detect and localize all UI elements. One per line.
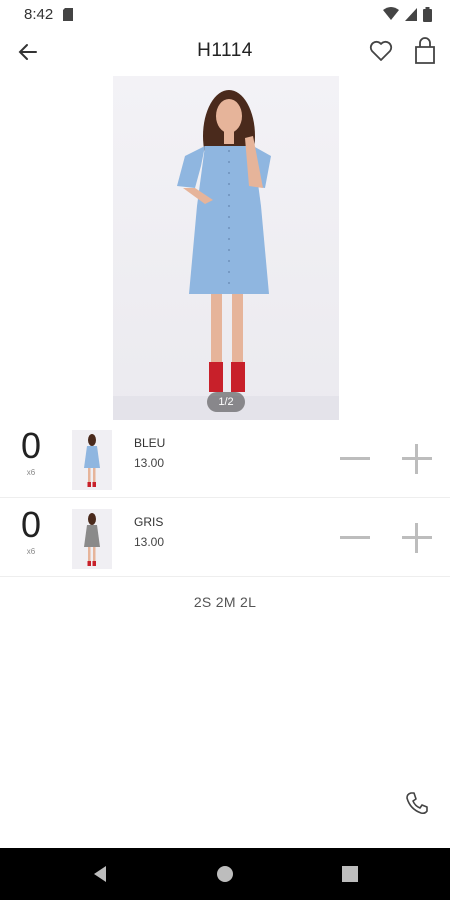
sim-card-icon <box>63 7 74 21</box>
variant-color-name: GRIS <box>134 515 164 529</box>
phone-icon[interactable] <box>404 790 430 816</box>
status-bar: 8:42 <box>0 0 450 28</box>
system-navigation-bar <box>0 848 450 900</box>
heart-icon[interactable] <box>368 38 394 64</box>
toolbar: H1114 <box>0 28 450 76</box>
variant-thumbnail[interactable] <box>72 509 112 569</box>
increase-quantity-button[interactable] <box>400 442 434 476</box>
decrease-quantity-button[interactable] <box>338 444 372 472</box>
variant-thumbnail[interactable] <box>72 430 112 490</box>
shopping-bag-icon[interactable] <box>412 37 438 65</box>
quantity-value: 0 <box>20 425 42 466</box>
increase-quantity-button[interactable] <box>400 521 434 555</box>
nav-home-icon[interactable] <box>213 862 237 886</box>
variant-price: 13.00 <box>134 535 165 549</box>
minus-icon <box>340 535 370 539</box>
nav-recents-icon[interactable] <box>338 862 362 886</box>
quantity-value: 0 <box>20 504 42 545</box>
minus-icon <box>340 456 370 460</box>
variant-color-name: BLEU <box>134 436 166 450</box>
status-time: 8:42 <box>24 5 54 23</box>
size-breakdown: 2S 2M 2L <box>193 594 257 610</box>
variant-row-gris: 0 x6 GRIS 13.00 <box>0 499 450 577</box>
wifi-icon <box>383 7 399 20</box>
variant-price: 13.00 <box>134 456 165 470</box>
decrease-quantity-button[interactable] <box>338 523 372 551</box>
product-photo <box>113 90 339 420</box>
variant-row-bleu: 0 x6 BLEU 13.00 <box>0 420 450 498</box>
signal-icon <box>405 7 417 21</box>
battery-icon <box>423 6 432 22</box>
quantity-unit: x6 <box>26 547 36 556</box>
product-image[interactable] <box>113 76 339 420</box>
nav-back-icon[interactable] <box>88 862 112 886</box>
quantity-unit: x6 <box>26 468 36 477</box>
image-pager: 1/2 <box>207 392 245 412</box>
